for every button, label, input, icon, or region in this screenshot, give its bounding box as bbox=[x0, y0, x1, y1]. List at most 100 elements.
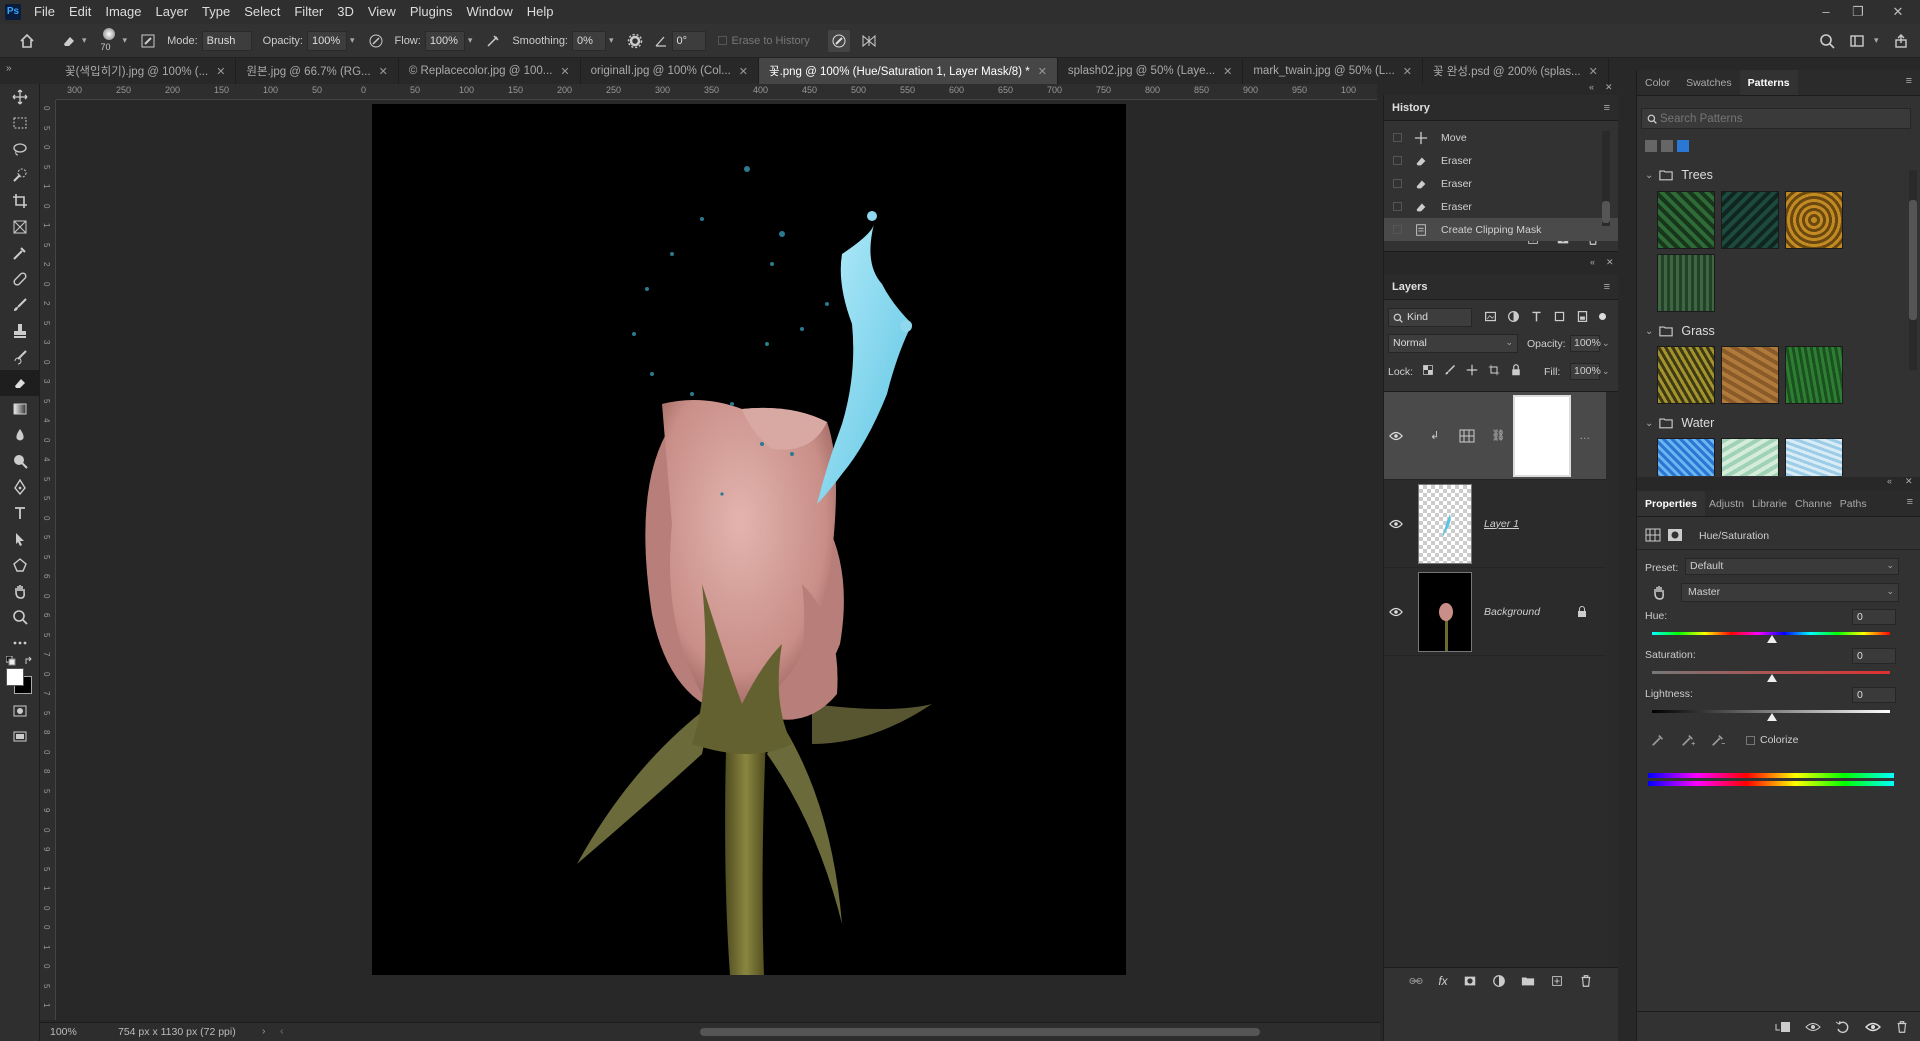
pattern-group-trees[interactable]: ⌄ Trees bbox=[1645, 168, 1713, 182]
menu-window[interactable]: Window bbox=[459, 0, 519, 24]
clip-to-layer-icon[interactable] bbox=[1775, 1020, 1791, 1034]
pattern-swatch[interactable] bbox=[1657, 438, 1715, 476]
view-previous-state-icon[interactable] bbox=[1805, 1020, 1821, 1034]
shape-tool[interactable] bbox=[0, 552, 40, 578]
shape-filter-icon[interactable] bbox=[1553, 310, 1566, 323]
filter-toggle-icon[interactable] bbox=[1599, 313, 1606, 320]
tab-document-7[interactable]: mark_twain.jpg @ 50% (L... ✕ bbox=[1243, 58, 1423, 84]
close-icon[interactable]: ✕ bbox=[216, 65, 225, 78]
history-scroll-thumb[interactable] bbox=[1602, 201, 1610, 223]
tab-libraries[interactable]: Librarie bbox=[1748, 491, 1791, 516]
foreground-color-swatch[interactable] bbox=[6, 668, 24, 686]
saturation-value-field[interactable]: 0 bbox=[1852, 648, 1896, 664]
quick-mask-button[interactable] bbox=[0, 698, 40, 724]
adjustment-filter-icon[interactable] bbox=[1507, 310, 1520, 323]
opacity-field[interactable]: 100% bbox=[307, 30, 347, 51]
saturation-slider-thumb[interactable] bbox=[1767, 674, 1777, 682]
blend-mode-select[interactable]: Normal ⌄ bbox=[1388, 334, 1518, 353]
fill-field[interactable]: 100% bbox=[1570, 363, 1601, 380]
reset-icon[interactable] bbox=[1835, 1020, 1851, 1034]
document-info[interactable]: 754 px x 1130 px (72 ppi) bbox=[118, 1026, 236, 1038]
menu-3d[interactable]: 3D bbox=[330, 0, 361, 24]
default-colors-icon[interactable] bbox=[6, 656, 16, 666]
menu-plugins[interactable]: Plugins bbox=[403, 0, 460, 24]
hue-value-field[interactable]: 0 bbox=[1852, 609, 1896, 625]
lock-position-icon[interactable] bbox=[1466, 364, 1478, 376]
history-tab[interactable]: History bbox=[1392, 102, 1430, 114]
close-icon[interactable]: ✕ bbox=[379, 65, 388, 78]
pressure-opacity-toggle[interactable] bbox=[365, 30, 387, 52]
menu-edit[interactable]: Edit bbox=[62, 0, 98, 24]
pattern-swatch[interactable] bbox=[1657, 191, 1715, 249]
lightness-slider-thumb[interactable] bbox=[1767, 713, 1777, 721]
add-mask-icon[interactable] bbox=[1463, 974, 1477, 988]
symmetry-button[interactable] bbox=[858, 30, 880, 52]
eyedropper-minus-icon[interactable] bbox=[1711, 733, 1725, 747]
mode-select[interactable]: Brush bbox=[201, 30, 252, 51]
frame-tool[interactable] bbox=[0, 214, 40, 240]
collapse-panels-icon[interactable]: « bbox=[1887, 476, 1892, 486]
hand-tool[interactable] bbox=[0, 578, 40, 604]
lock-artboard-icon[interactable] bbox=[1488, 364, 1500, 376]
menu-file[interactable]: File bbox=[27, 0, 62, 24]
dodge-tool[interactable] bbox=[0, 448, 40, 474]
history-item[interactable]: Move bbox=[1384, 126, 1618, 149]
hue-slider-thumb[interactable] bbox=[1767, 635, 1777, 643]
new-layer-icon[interactable] bbox=[1550, 974, 1564, 988]
blur-tool[interactable] bbox=[0, 422, 40, 448]
mask-icon[interactable] bbox=[1667, 528, 1683, 542]
pattern-swatch[interactable] bbox=[1785, 438, 1843, 476]
layer-name[interactable]: Background bbox=[1484, 606, 1540, 618]
horizontal-scrollbar[interactable] bbox=[700, 1028, 1260, 1036]
flow-field[interactable]: 100% bbox=[424, 30, 465, 51]
tab-properties[interactable]: Properties bbox=[1637, 491, 1705, 516]
pattern-swatch[interactable] bbox=[1657, 346, 1715, 404]
targeted-adjustment-hand-icon[interactable] bbox=[1651, 584, 1667, 600]
layers-tab[interactable]: Layers bbox=[1392, 281, 1427, 293]
brush-tool[interactable] bbox=[0, 292, 40, 318]
mask-link-icon[interactable]: ⛓ bbox=[1491, 429, 1505, 442]
tab-document-2[interactable]: 원본.jpg @ 66.7% (RG... ✕ bbox=[236, 58, 399, 84]
minimize-button[interactable]: – bbox=[1814, 0, 1838, 24]
layer-row-background[interactable]: Background bbox=[1384, 568, 1606, 656]
trash-icon[interactable] bbox=[1579, 974, 1593, 988]
pattern-search-input[interactable] bbox=[1660, 110, 1900, 127]
lock-image-pixels-icon[interactable] bbox=[1444, 364, 1456, 376]
tab-document-4[interactable]: originalI.jpg @ 100% (Col... ✕ bbox=[581, 58, 759, 84]
gradient-tool[interactable] bbox=[0, 396, 40, 422]
tab-document-6[interactable]: splash02.jpg @ 50% (Laye... ✕ bbox=[1058, 58, 1244, 84]
tab-document-1[interactable]: 꽃(색입히기).jpg @ 100% (... ✕ bbox=[55, 58, 237, 84]
small-grid-view-icon[interactable] bbox=[1645, 140, 1657, 152]
restore-button[interactable]: ❐ bbox=[1846, 0, 1870, 24]
history-item[interactable]: Eraser bbox=[1384, 195, 1618, 218]
tab-color[interactable]: Color bbox=[1637, 70, 1678, 95]
smoothing-field[interactable]: 0% bbox=[572, 30, 606, 51]
history-item-selected[interactable]: Create Clipping Mask bbox=[1384, 218, 1618, 241]
trash-icon[interactable] bbox=[1895, 1020, 1909, 1034]
menu-view[interactable]: View bbox=[361, 0, 403, 24]
tab-document-3[interactable]: © Replacecolor.jpg @ 100... ✕ bbox=[399, 58, 581, 84]
menu-image[interactable]: Image bbox=[98, 0, 148, 24]
pattern-swatch[interactable] bbox=[1721, 438, 1779, 476]
history-item[interactable]: Eraser bbox=[1384, 172, 1618, 195]
lightness-value-field[interactable]: 0 bbox=[1852, 687, 1896, 703]
tab-paths[interactable]: Paths bbox=[1836, 491, 1871, 516]
layer-mask-thumbnail[interactable] bbox=[1513, 394, 1572, 477]
zoom-tool[interactable] bbox=[0, 604, 40, 630]
list-view-icon[interactable] bbox=[1677, 140, 1689, 152]
close-icon[interactable]: ✕ bbox=[1223, 65, 1232, 78]
swap-colors-icon[interactable] bbox=[24, 656, 34, 666]
workspace-button[interactable] bbox=[1846, 30, 1868, 52]
type-tool[interactable] bbox=[0, 500, 40, 526]
angle-field[interactable]: 0° bbox=[671, 30, 706, 51]
smart-object-filter-icon[interactable] bbox=[1576, 310, 1589, 323]
close-icon[interactable]: ✕ bbox=[739, 65, 748, 78]
tab-channels[interactable]: Channe bbox=[1791, 491, 1836, 516]
healing-brush-tool[interactable] bbox=[0, 266, 40, 292]
status-menu-chevron-icon[interactable]: › bbox=[262, 1025, 266, 1037]
panel-menu-icon[interactable]: ≡ bbox=[1604, 102, 1610, 114]
clone-stamp-tool[interactable] bbox=[0, 318, 40, 344]
search-button[interactable] bbox=[1816, 30, 1838, 52]
home-button[interactable] bbox=[16, 30, 38, 52]
pattern-swatch[interactable] bbox=[1657, 254, 1715, 312]
